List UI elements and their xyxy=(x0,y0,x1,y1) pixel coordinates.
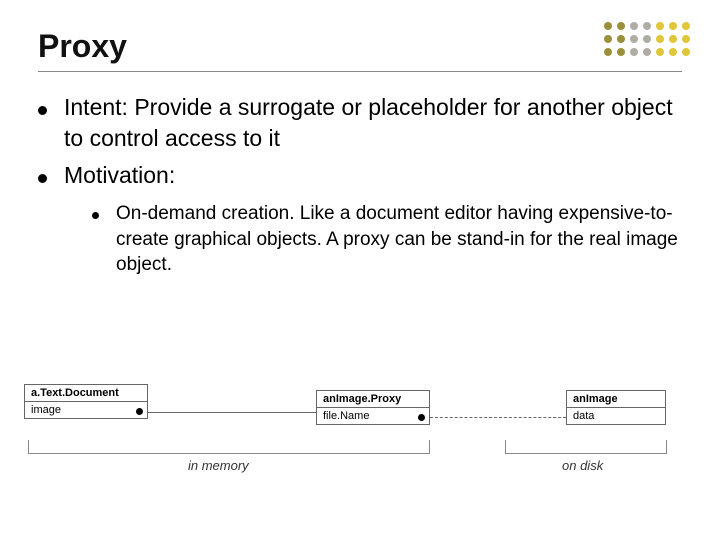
region-label-on-disk: on disk xyxy=(562,458,603,473)
slide-title: Proxy xyxy=(38,28,682,65)
box-field: data xyxy=(567,408,665,424)
region-label-in-memory: in memory xyxy=(188,458,249,473)
sub-bullet: On-demand creation. Like a document edit… xyxy=(92,201,682,278)
bullet-motivation: Motivation: xyxy=(38,160,682,191)
bullet-text: Motivation: xyxy=(64,160,175,191)
title-underline xyxy=(38,71,682,72)
box-title: anImage xyxy=(567,391,665,408)
bullet-intent: Intent: Provide a surrogate or placehold… xyxy=(38,92,682,154)
bullet-icon xyxy=(38,160,64,191)
box-image: anImage data xyxy=(566,390,666,425)
brace-on-disk xyxy=(505,440,667,454)
port-icon xyxy=(136,408,143,415)
box-title: a.Text.Document xyxy=(25,385,147,402)
object-diagram: a.Text.Document image anImage.Proxy file… xyxy=(0,384,720,524)
brace-in-memory xyxy=(28,440,430,454)
bullet-text: Intent: Provide a surrogate or placehold… xyxy=(64,92,682,154)
bullet-list: Intent: Provide a surrogate or placehold… xyxy=(38,92,682,278)
bullet-icon xyxy=(38,92,64,154)
port-icon xyxy=(418,414,425,421)
box-text-document: a.Text.Document image xyxy=(24,384,148,419)
box-title: anImage.Proxy xyxy=(317,391,429,408)
decorative-dots xyxy=(604,22,690,56)
connector-dashed xyxy=(430,417,566,418)
sub-bullet-text: On-demand creation. Like a document edit… xyxy=(116,201,682,278)
bullet-icon xyxy=(92,201,116,278)
box-field: image xyxy=(25,402,147,418)
connector-solid xyxy=(148,412,316,413)
box-image-proxy: anImage.Proxy file.Name xyxy=(316,390,430,425)
box-field: file.Name xyxy=(317,408,429,424)
slide: Proxy Intent: Provide a surrogate or pla… xyxy=(0,0,720,540)
